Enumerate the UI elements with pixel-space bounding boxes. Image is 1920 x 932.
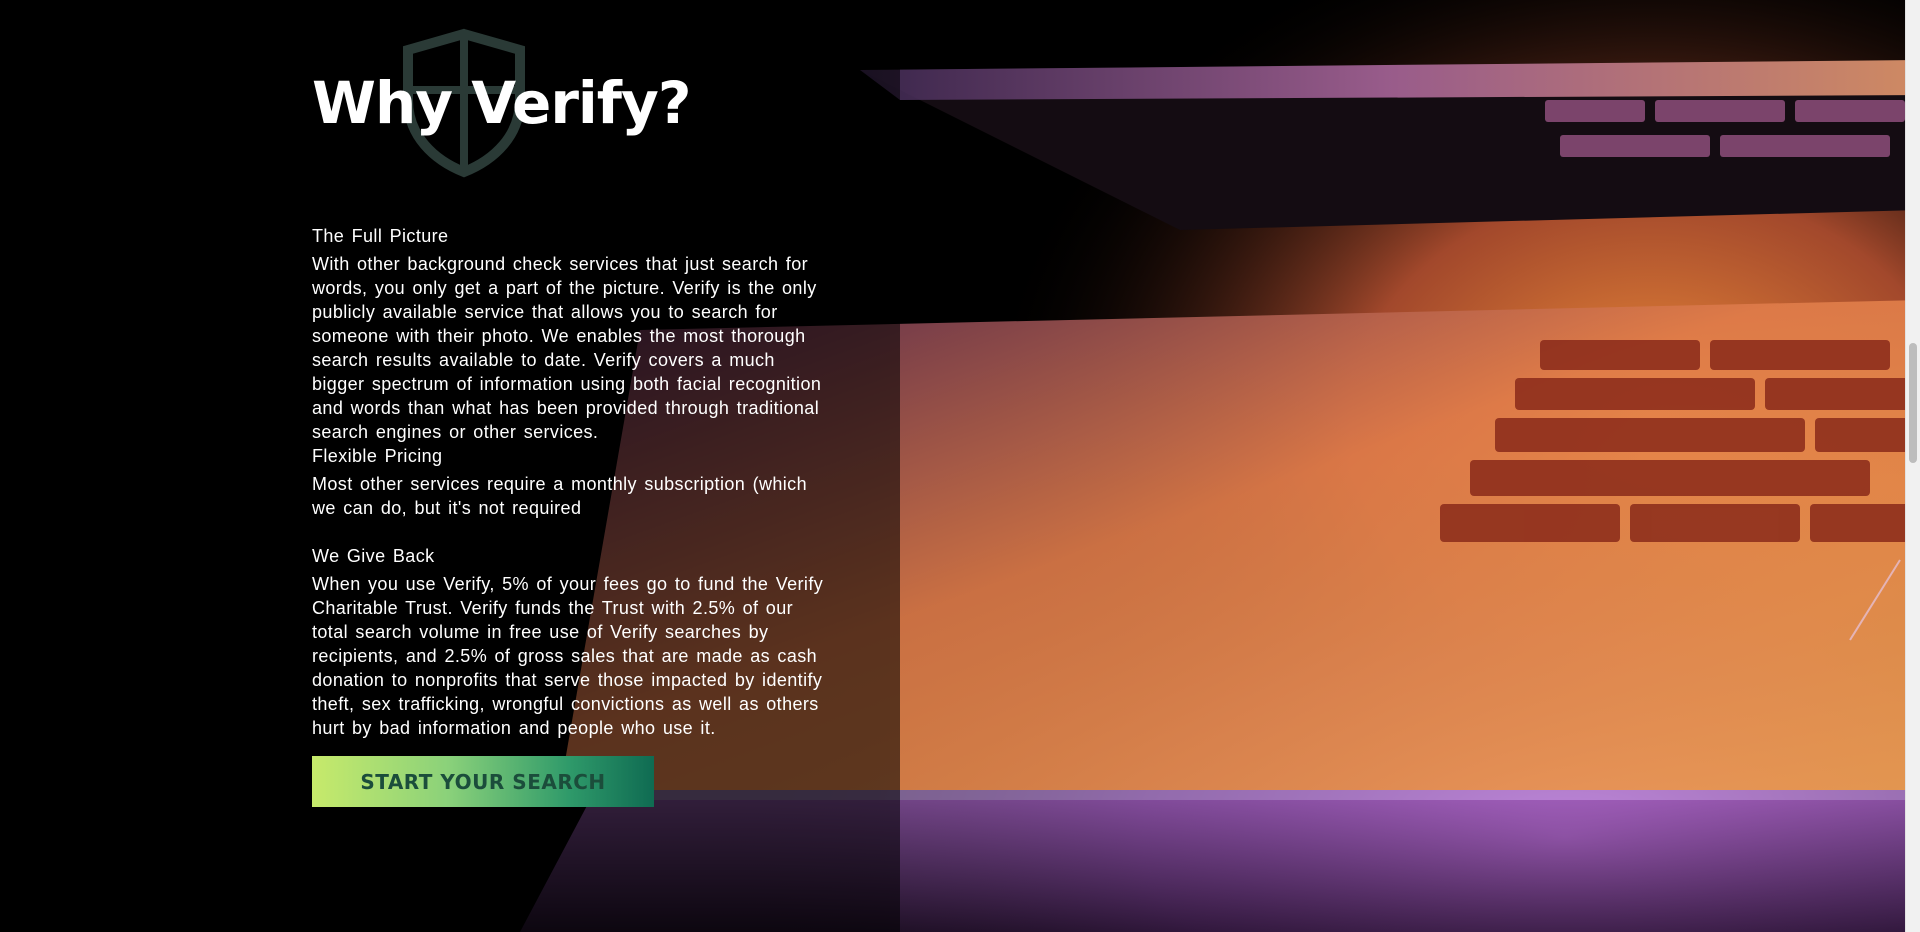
feature-flexible-pricing: Flexible Pricing Most other services req… (312, 444, 832, 520)
feature-title: The Full Picture (312, 226, 449, 246)
feature-give-back: We Give Back When you use Verify, 5% of … (312, 544, 832, 740)
feature-title: Flexible Pricing (312, 446, 443, 466)
feature-body: Most other services require a monthly su… (312, 474, 807, 518)
page-title: Why Verify? (312, 69, 691, 137)
feature-title: We Give Back (312, 546, 435, 566)
laptop-background-image (0, 0, 1920, 932)
start-search-button[interactable]: START YOUR SEARCH (312, 756, 654, 807)
scrollbar[interactable] (1905, 0, 1920, 932)
feature-body: When you use Verify, 5% of your fees go … (312, 574, 824, 738)
feature-body: With other background check services tha… (312, 254, 822, 442)
scrollbar-thumb[interactable] (1909, 343, 1917, 463)
feature-full-picture: The Full Picture With other background c… (312, 224, 832, 444)
page: Why Verify? The Full Picture With other … (0, 0, 1920, 932)
